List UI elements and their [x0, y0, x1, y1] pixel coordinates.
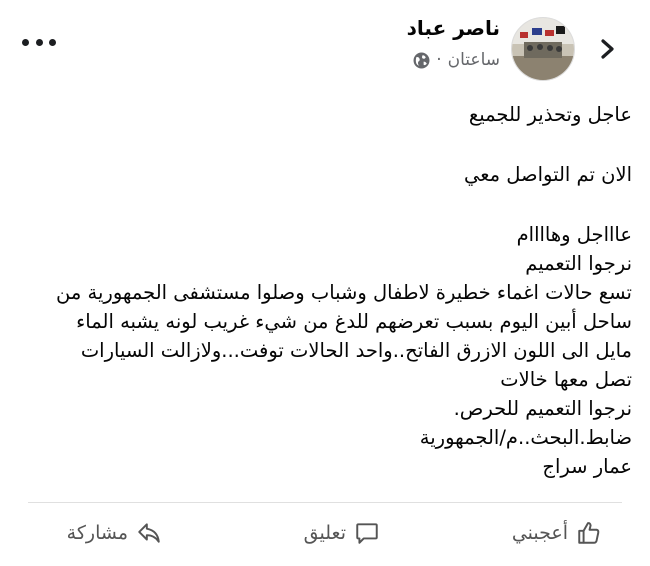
- post-line: تسع حالات اغماء خطيرة لاطفال وشباب وصلوا…: [56, 281, 632, 304]
- chevron-left-icon: [601, 39, 614, 59]
- author-name[interactable]: ناصر عباد: [407, 16, 500, 40]
- more-dot-icon: [49, 38, 56, 46]
- comment-label: تعليق: [303, 522, 346, 544]
- share-icon: [138, 523, 160, 543]
- more-dot-icon: [35, 38, 43, 46]
- post-line: نرجوا التعميم: [525, 252, 632, 275]
- post-meta: ساعتان ·: [413, 50, 500, 70]
- avatar-image: [512, 18, 574, 80]
- globe-icon: [413, 52, 430, 68]
- share-button[interactable]: مشاركة: [67, 516, 162, 550]
- comment-button[interactable]: تعليق: [304, 516, 380, 550]
- avatar[interactable]: [511, 17, 575, 81]
- actions-divider: [28, 502, 622, 503]
- more-dot-icon: [22, 38, 29, 46]
- post-line: ضابط.البحث..م/الجمهورية: [419, 426, 632, 449]
- share-label: مشاركة: [66, 522, 128, 544]
- meta-separator: ·: [436, 50, 442, 70]
- post-line: نرجوا التعميم للحرص.: [453, 397, 632, 420]
- post-line: عاجل وتحذير للجميع: [468, 103, 632, 126]
- post-line: مايل الى اللون الازرق الفاتح..واحد الحال…: [80, 339, 632, 362]
- comment-icon: [356, 523, 378, 544]
- like-button[interactable]: أعجبني: [512, 516, 602, 550]
- post-line: الان تم التواصل معي: [463, 163, 632, 186]
- post-line: عمار سراج: [542, 455, 632, 478]
- post-line: ساحل أبين اليوم بسبب تعرضهم للدغ من شيء …: [76, 310, 632, 333]
- thumbs-up-icon: [578, 522, 600, 544]
- post-line: عاااجل وهاااام: [516, 223, 632, 246]
- back-button[interactable]: [592, 34, 622, 64]
- post-text: عاجل وتحذير للجميع الان تم التواصل معي ع…: [18, 100, 632, 481]
- more-options-button[interactable]: [22, 30, 56, 54]
- like-label: أعجبني: [511, 522, 568, 544]
- post-line: تصل معها خالات: [500, 368, 632, 391]
- timestamp[interactable]: ساعتان: [448, 50, 500, 70]
